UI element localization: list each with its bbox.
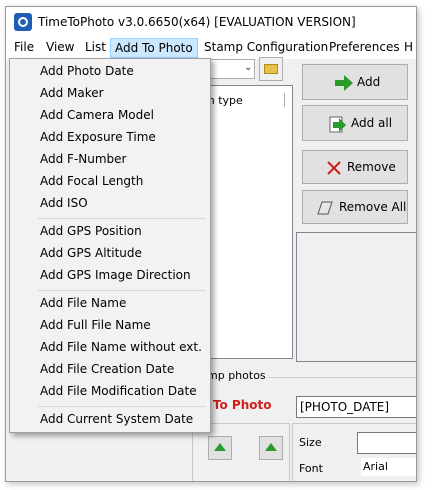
menu-item-label: Add GPS Altitude [40, 246, 142, 260]
menu-item-add-current-system-date[interactable]: Add Current System Date [11, 409, 209, 431]
remove-button-label: Remove [347, 160, 396, 174]
remove-all-button-label: Remove All [339, 200, 407, 214]
file-list[interactable]: m type [197, 85, 293, 359]
menu-item-label: Add File Modification Date [40, 384, 197, 398]
menu-item-add-photo-date[interactable]: Add Photo Date [11, 61, 209, 83]
stamp-group-title: mp photos [205, 369, 268, 382]
menu-item-label: Add ISO [40, 196, 88, 210]
menu-item-label: Add Full File Name [40, 318, 151, 332]
menu-item-add-gps-position[interactable]: Add GPS Position [11, 221, 209, 243]
size-field[interactable] [357, 432, 416, 454]
add-all-icon [329, 116, 346, 133]
size-label: Size [299, 436, 322, 449]
menu-item-label: Add Camera Model [40, 108, 154, 122]
menu-help[interactable]: H [404, 40, 413, 54]
menu-item-add-exposure-time[interactable]: Add Exposure Time [11, 127, 209, 149]
browse-folder-button[interactable] [259, 57, 283, 81]
menu-item-add-file-creation-date[interactable]: Add File Creation Date [11, 359, 209, 381]
stamp-preview-text: t To Photo [203, 398, 272, 412]
menu-preferences[interactable]: Preferences [329, 40, 400, 54]
font-field[interactable]: Arial [361, 458, 416, 476]
eraser-icon [317, 201, 333, 215]
column-separator[interactable] [284, 93, 285, 107]
add-to-photo-dropdown: Add Photo Date Add Maker Add Camera Mode… [9, 58, 211, 433]
add-button-label: Add [357, 75, 381, 89]
menu-item-label: Add Maker [40, 86, 104, 100]
menu-item-label: Add File Name without ext. [40, 340, 202, 354]
folder-icon [264, 64, 278, 74]
main-window: TimeToPhoto v3.0.6650(x64) [EVALUATION V… [5, 6, 417, 482]
menu-view[interactable]: View [46, 40, 74, 54]
add-button[interactable]: Add [302, 64, 408, 100]
menu-add-to-photo[interactable]: Add To Photo [110, 38, 198, 58]
menu-item-add-gps-altitude[interactable]: Add GPS Altitude [11, 243, 209, 265]
chevron-down-icon[interactable]: ⌄ [244, 62, 252, 73]
remove-button[interactable]: Remove [302, 150, 408, 184]
menu-item-add-gps-image-direction[interactable]: Add GPS Image Direction [11, 265, 209, 287]
stamp-properties-box: Size Font Arial [292, 423, 416, 481]
menu-list[interactable]: List [85, 40, 106, 54]
menu-item-label: Add GPS Position [40, 224, 142, 238]
preview-panel [296, 232, 416, 362]
window-title: TimeToPhoto v3.0.6650(x64) [EVALUATION V… [38, 15, 356, 29]
menu-bar: File View List Add To Photo Stamp Config… [6, 37, 416, 59]
menu-item-add-maker[interactable]: Add Maker [11, 83, 209, 105]
menu-item-label: Add Focal Length [40, 174, 144, 188]
menu-item-label: Add Photo Date [40, 64, 134, 78]
menu-item-label: Add F-Number [40, 152, 127, 166]
add-all-button[interactable]: Add all [302, 105, 408, 141]
move-up-button[interactable] [208, 436, 232, 460]
remove-x-icon [327, 161, 341, 175]
menu-stamp-configuration[interactable]: Stamp Configuration [204, 40, 328, 54]
menu-item-add-file-name-without-ext[interactable]: Add File Name without ext. [11, 337, 209, 359]
menu-item-add-focal-length[interactable]: Add Focal Length [11, 171, 209, 193]
menu-separator [38, 406, 206, 407]
menu-item-label: Add GPS Image Direction [40, 268, 191, 282]
remove-all-button[interactable]: Remove All [302, 190, 408, 224]
menu-item-add-iso[interactable]: Add ISO [11, 193, 209, 215]
menu-file[interactable]: File [14, 40, 34, 54]
stamp-text-input[interactable]: [PHOTO_DATE] [296, 396, 416, 418]
menu-item-add-full-file-name[interactable]: Add Full File Name [11, 315, 209, 337]
menu-item-add-f-number[interactable]: Add F-Number [11, 149, 209, 171]
font-label: Font [299, 462, 323, 475]
menu-item-label: Add File Creation Date [40, 362, 175, 376]
menu-item-add-file-name[interactable]: Add File Name [11, 293, 209, 315]
menu-item-add-camera-model[interactable]: Add Camera Model [11, 105, 209, 127]
menu-item-add-file-modification-date[interactable]: Add File Modification Date [11, 381, 209, 403]
menu-separator [38, 218, 206, 219]
move-up-button-2[interactable] [259, 436, 283, 460]
title-bar: TimeToPhoto v3.0.6650(x64) [EVALUATION V… [6, 7, 416, 37]
menu-item-label: Add Exposure Time [40, 130, 156, 144]
menu-separator [38, 290, 206, 291]
add-arrow-icon [335, 75, 353, 91]
app-icon [14, 13, 32, 31]
add-all-button-label: Add all [351, 116, 393, 130]
menu-item-label: Add Current System Date [40, 412, 194, 426]
menu-item-label: Add File Name [40, 296, 127, 310]
